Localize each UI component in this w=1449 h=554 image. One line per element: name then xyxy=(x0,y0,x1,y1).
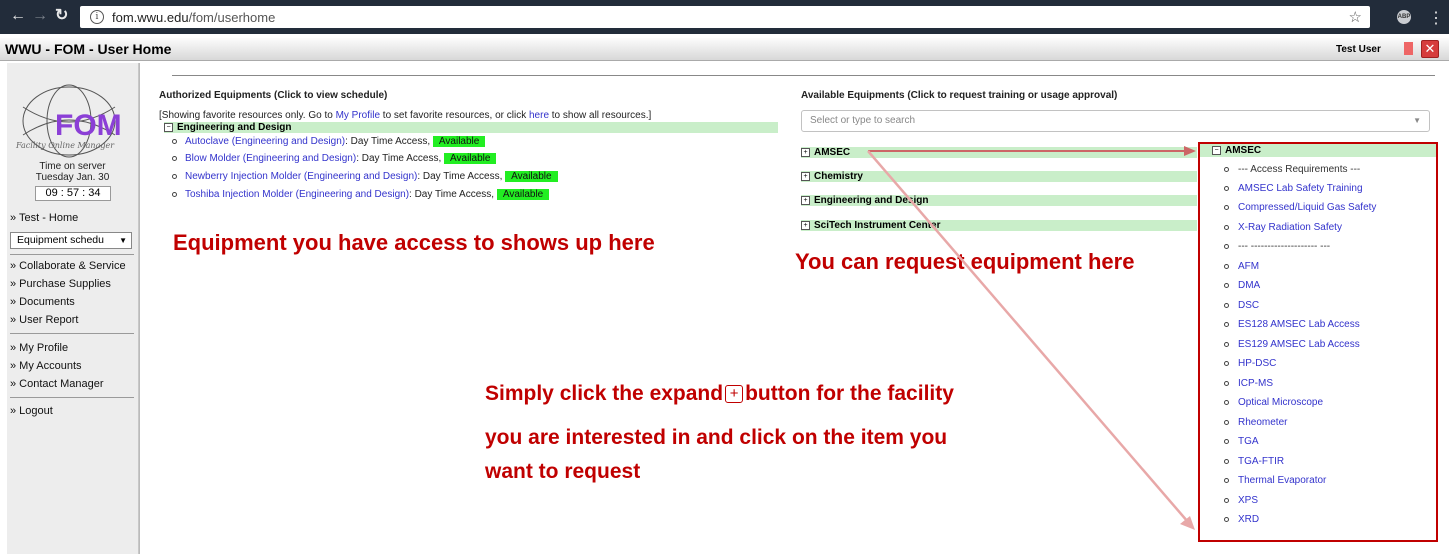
arrowhead-icon xyxy=(1180,516,1195,530)
annotation-arrows xyxy=(867,146,1196,530)
arrowhead-icon xyxy=(1184,146,1196,156)
arrow-to-list xyxy=(867,150,1189,523)
